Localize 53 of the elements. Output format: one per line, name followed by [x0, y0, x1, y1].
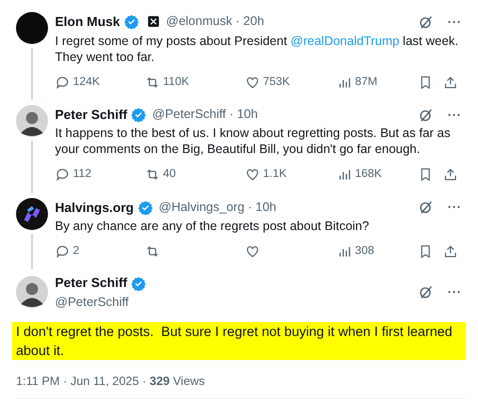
- repost-icon[interactable]: [145, 244, 160, 260]
- count: 112: [73, 167, 92, 182]
- count: 1.1K: [263, 167, 287, 182]
- count: 110K: [163, 74, 190, 90]
- post-text: I don't regret the posts. But sure I regret not buying it when I first learned about it.: [12, 322, 466, 360]
- handle-and-time[interactable]: @Halvings_org · 10h: [158, 198, 276, 217]
- bookmark-icon[interactable]: [418, 74, 433, 90]
- slashed-circle-icon[interactable]: [418, 284, 434, 300]
- avatar[interactable]: [16, 198, 48, 230]
- count: 2: [73, 244, 80, 259]
- avatar[interactable]: [16, 104, 48, 137]
- post-text: By any chance are any of the regrets post about Bitcoin?: [55, 218, 370, 234]
- speech-bubble-icon[interactable]: [55, 74, 70, 90]
- post-timestamp-and-views: 1:11 PM · Jun 11, 2025 · 329 Views: [16, 372, 466, 398]
- x-logo-icon[interactable]: [147, 15, 160, 28]
- repost-icon[interactable]: [145, 167, 160, 182]
- post-text: I regret some of my posts about President @realDonaldTrump last week. They went too far.: [55, 32, 460, 64]
- verified-badge-icon[interactable]: [131, 276, 146, 290]
- avatar[interactable]: [16, 276, 48, 308]
- share-icon[interactable]: [443, 167, 458, 182]
- author-name[interactable]: Peter Schiff: [55, 104, 128, 124]
- share-icon[interactable]: [443, 74, 458, 90]
- handle[interactable]: @PeterSchiff: [55, 292, 146, 312]
- count: 753K: [263, 74, 290, 90]
- slashed-circle-icon[interactable]: [418, 199, 434, 216]
- speech-bubble-icon[interactable]: [55, 244, 70, 260]
- heart-icon[interactable]: [245, 167, 260, 182]
- bookmark-icon[interactable]: [418, 167, 433, 182]
- count: 308: [355, 244, 374, 259]
- bar-chart-icon[interactable]: [337, 244, 352, 260]
- slashed-circle-icon[interactable]: [418, 106, 434, 122]
- repost-icon[interactable]: [145, 74, 160, 90]
- author-name[interactable]: Halvings.org: [55, 198, 134, 217]
- handle-and-time[interactable]: @PeterSchiff · 10h: [152, 105, 258, 124]
- heart-icon[interactable]: [245, 74, 260, 90]
- count: 87M: [355, 74, 378, 90]
- count: 168K: [355, 167, 382, 182]
- author-name[interactable]: Peter Schiff: [55, 273, 128, 293]
- speech-bubble-icon[interactable]: [55, 167, 70, 182]
- slashed-circle-icon[interactable]: [418, 14, 434, 30]
- bar-chart-icon[interactable]: [337, 167, 352, 182]
- author-name[interactable]: Elon Musk: [55, 12, 120, 32]
- handle-and-time[interactable]: @elonmusk · 20h: [166, 12, 264, 32]
- count: 40: [163, 167, 176, 182]
- verified-badge-icon[interactable]: [131, 107, 146, 122]
- count: 124K: [73, 74, 100, 90]
- avatar[interactable]: [16, 12, 48, 44]
- share-icon[interactable]: [443, 244, 458, 260]
- verified-badge-icon[interactable]: [138, 200, 153, 215]
- bookmark-icon[interactable]: [418, 244, 433, 260]
- heart-icon[interactable]: [245, 244, 260, 260]
- post-text: It happens to the best of us. I know about regretting posts. But as far as your comments on the Big, Beautiful Bill, you didn't go far enough.: [55, 125, 452, 158]
- verified-badge-icon[interactable]: [124, 14, 140, 30]
